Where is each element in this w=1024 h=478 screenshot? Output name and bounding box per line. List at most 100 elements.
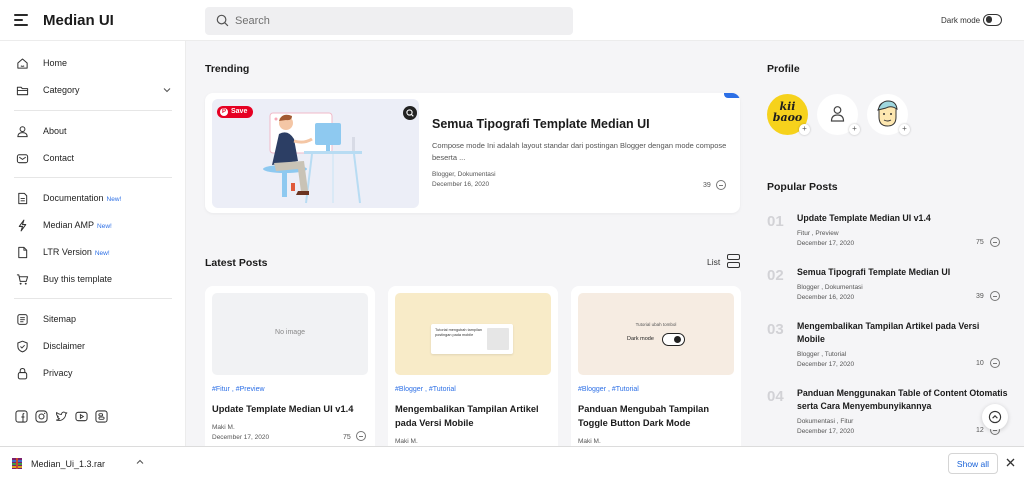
add-icon[interactable]: + bbox=[799, 124, 810, 135]
sidebar-item-home[interactable]: Home bbox=[0, 53, 186, 75]
image-placeholder-icon bbox=[487, 328, 509, 350]
sidebar-item-label: Buy this template bbox=[43, 274, 113, 284]
sidebar-item-documentation[interactable]: Documentation New! bbox=[0, 188, 186, 210]
search-input[interactable] bbox=[235, 11, 555, 31]
trending-post-card[interactable]: P Save Semua Tipografi Template Median UI… bbox=[205, 93, 740, 213]
add-icon[interactable]: + bbox=[849, 124, 860, 135]
post-title[interactable]: Update Template Median UI v1.4 bbox=[212, 402, 368, 416]
trending-post-excerpt: Compose mode Ini adalah layout standar d… bbox=[432, 141, 727, 162]
view-mode-label[interactable]: List bbox=[707, 257, 720, 267]
brand-title[interactable]: Median UI bbox=[43, 12, 114, 29]
sidebar-item-label: Median AMP New! bbox=[43, 220, 112, 230]
popular-post-date: December 16, 2020 bbox=[797, 294, 855, 301]
popular-posts-heading: Popular Posts bbox=[767, 181, 838, 193]
popular-post-title[interactable]: Update Template Median UI v1.4 bbox=[797, 212, 1009, 225]
post-tags[interactable]: #Blogger , #Tutorial bbox=[578, 386, 639, 393]
post-title[interactable]: Panduan Mengubah Tampilan Toggle Button … bbox=[578, 402, 734, 430]
comment-count: 75 bbox=[976, 239, 984, 246]
trending-post-tags[interactable]: Blogger, Dokumentasi bbox=[432, 171, 496, 178]
post-tags[interactable]: #Blogger , #Tutorial bbox=[395, 386, 456, 393]
new-badge: New! bbox=[97, 223, 112, 230]
popular-rank: 04 bbox=[767, 388, 784, 405]
user-icon bbox=[830, 106, 845, 122]
trending-post-title[interactable]: Semua Tipografi Template Median UI bbox=[432, 117, 650, 131]
sidebar-item-label: Sitemap bbox=[43, 314, 77, 324]
popular-post-tags[interactable]: Dokumentasi , Fitur bbox=[797, 417, 853, 427]
popular-post-title[interactable]: Semua Tipografi Template Median UI bbox=[797, 266, 1009, 279]
sidebar-item-contact[interactable]: Contact bbox=[0, 148, 186, 170]
post-card[interactable]: No image #Fitur , #Preview Update Templa… bbox=[205, 286, 375, 456]
sidebar-item-ltr-version[interactable]: LTR Version New! bbox=[0, 242, 186, 264]
sidebar-item-label: Documentation New! bbox=[43, 193, 121, 203]
sidebar: Home Category About Contact Documentatio… bbox=[0, 41, 186, 446]
sidebar-item-sitemap[interactable]: Sitemap bbox=[0, 309, 186, 331]
comment-icon[interactable] bbox=[356, 431, 366, 441]
close-icon[interactable] bbox=[1006, 458, 1015, 467]
youtube-icon[interactable] bbox=[75, 410, 88, 423]
hamburger-menu-icon[interactable] bbox=[14, 14, 28, 26]
sidebar-item-privacy[interactable]: Privacy bbox=[0, 363, 186, 385]
popular-post-title[interactable]: Panduan Menggunakan Table of Content Oto… bbox=[797, 387, 1009, 413]
popular-post-tags[interactable]: Fitur , Preview bbox=[797, 229, 839, 239]
list-view-icon[interactable] bbox=[727, 254, 740, 269]
cart-icon bbox=[16, 274, 29, 285]
chevron-up-icon[interactable] bbox=[136, 459, 144, 465]
comment-icon[interactable] bbox=[990, 358, 1000, 368]
popular-rank: 02 bbox=[767, 267, 784, 284]
blogger-icon[interactable] bbox=[95, 410, 108, 423]
trending-post-thumbnail[interactable]: P Save bbox=[212, 99, 419, 208]
avatar[interactable]: kii baoo + bbox=[767, 94, 810, 135]
twitter-icon[interactable] bbox=[55, 410, 68, 423]
chevron-down-icon[interactable] bbox=[163, 87, 171, 93]
post-title[interactable]: Mengembalikan Tampilan Artikel pada Vers… bbox=[395, 402, 551, 430]
sidebar-divider bbox=[14, 177, 172, 178]
sidebar-item-about[interactable]: About bbox=[0, 121, 186, 143]
post-tags[interactable]: #Fitur , #Preview bbox=[212, 386, 265, 393]
comment-icon[interactable] bbox=[990, 237, 1000, 247]
sidebar-item-label: Category bbox=[43, 85, 80, 95]
avatar[interactable]: + bbox=[867, 94, 910, 135]
download-file-name[interactable]: Median_Ui_1.3.rar bbox=[31, 459, 105, 469]
mail-icon bbox=[16, 154, 29, 164]
add-icon[interactable]: + bbox=[899, 124, 910, 135]
instagram-icon[interactable] bbox=[35, 410, 48, 423]
folder-icon bbox=[16, 86, 29, 96]
sidebar-item-category[interactable]: Category bbox=[0, 80, 186, 102]
profile-heading: Profile bbox=[767, 63, 800, 75]
visual-search-icon[interactable] bbox=[403, 106, 417, 120]
post-thumbnail[interactable]: Tutorial ubah tombol Dark mode bbox=[578, 293, 734, 375]
post-thumbnail[interactable]: Tutorial mengubah tampilan postingan pad… bbox=[395, 293, 551, 375]
avatar-logo-line: baoo bbox=[772, 111, 803, 124]
home-icon bbox=[17, 58, 28, 69]
pinterest-save-button[interactable]: P Save bbox=[217, 106, 254, 118]
sidebar-item-median-amp[interactable]: Median AMP New! bbox=[0, 215, 186, 237]
post-thumbnail[interactable]: No image bbox=[212, 293, 368, 375]
search-bar[interactable] bbox=[205, 7, 573, 35]
show-all-button[interactable]: Show all bbox=[948, 453, 998, 474]
comment-icon[interactable] bbox=[990, 291, 1000, 301]
dark-mode-toggle[interactable] bbox=[983, 14, 1002, 26]
post-card[interactable]: Tutorial mengubah tampilan postingan pad… bbox=[388, 286, 558, 456]
popular-rank: 01 bbox=[767, 213, 784, 230]
scroll-to-top-button[interactable] bbox=[982, 404, 1008, 430]
comment-count: 10 bbox=[976, 360, 984, 367]
facebook-icon[interactable] bbox=[15, 410, 28, 423]
thumbnail-caption: Tutorial ubah tombol bbox=[635, 322, 677, 327]
popular-post-date: December 17, 2020 bbox=[797, 361, 855, 368]
popular-post-title[interactable]: Mengembalikan Tampilan Artikel pada Vers… bbox=[797, 320, 1009, 346]
thumbnail-toggle-label: Dark mode bbox=[627, 336, 654, 342]
no-image-label: No image bbox=[275, 329, 305, 336]
download-bar: Median_Ui_1.3.rar Show all bbox=[0, 446, 1024, 478]
trending-post-date: December 16, 2020 bbox=[432, 181, 490, 188]
post-author: Maki M. bbox=[212, 424, 235, 431]
avatar[interactable]: + bbox=[817, 94, 860, 135]
avatar-logo-text: kii baoo bbox=[767, 101, 808, 123]
thumbnail-toggle-icon bbox=[662, 333, 685, 346]
sidebar-item-buy-template[interactable]: Buy this template bbox=[0, 269, 186, 291]
popular-post-tags[interactable]: Blogger , Tutorial bbox=[797, 350, 846, 360]
post-card[interactable]: Tutorial ubah tombol Dark mode #Blogger … bbox=[571, 286, 741, 456]
popular-post-tags[interactable]: Blogger , Dokumentasi bbox=[797, 283, 863, 293]
search-icon bbox=[216, 14, 229, 27]
comment-icon[interactable] bbox=[716, 180, 726, 190]
sidebar-item-disclaimer[interactable]: Disclaimer bbox=[0, 336, 186, 358]
